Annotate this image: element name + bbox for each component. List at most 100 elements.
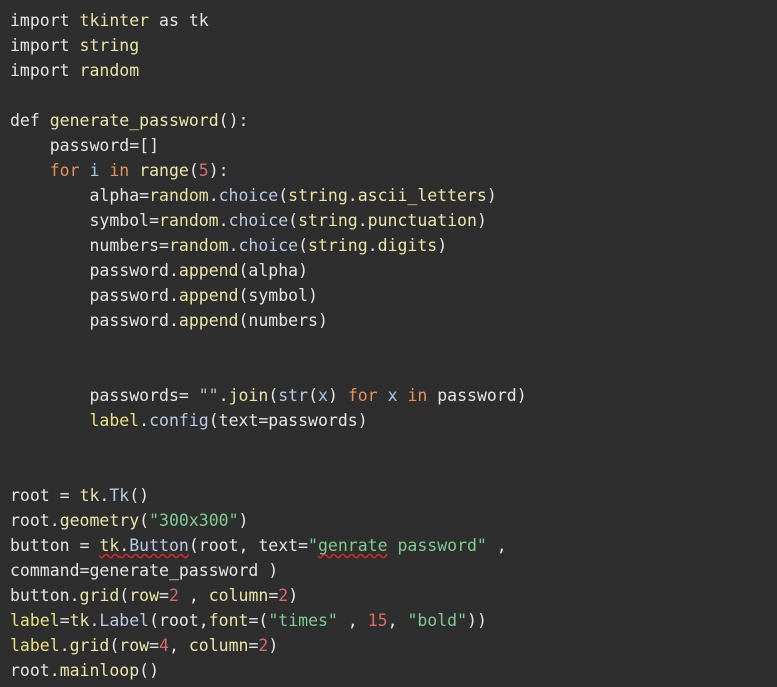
code-token: string bbox=[308, 236, 368, 255]
code-token: punctuation bbox=[367, 211, 477, 230]
code-token: for bbox=[49, 161, 80, 180]
code-line[interactable]: password.append(symbol) bbox=[0, 283, 777, 308]
code-token: random bbox=[159, 211, 219, 230]
code-token: . bbox=[218, 386, 229, 405]
code-line[interactable]: password=[] bbox=[0, 133, 777, 158]
code-token: row bbox=[129, 586, 160, 605]
code-line[interactable]: label.config(text=passwords) bbox=[0, 408, 777, 433]
code-token: label bbox=[89, 411, 140, 430]
code-token: tk bbox=[99, 536, 120, 555]
code-line[interactable]: def generate_password(): bbox=[0, 108, 777, 133]
code-token: )) bbox=[467, 611, 487, 630]
code-token: . bbox=[228, 236, 239, 255]
code-line[interactable] bbox=[0, 433, 777, 458]
code-token: genrate bbox=[317, 536, 388, 555]
code-token: string bbox=[298, 211, 358, 230]
code-token: Tk bbox=[109, 486, 130, 505]
code-token: (numbers) bbox=[238, 311, 328, 330]
code-token: ( bbox=[288, 211, 299, 230]
code-token: ) bbox=[288, 586, 299, 605]
code-token: choice bbox=[218, 186, 279, 205]
code-line[interactable]: root.geometry("300x300") bbox=[0, 508, 777, 533]
code-line[interactable]: label=tk.Label(root,font=("times" , 15, … bbox=[0, 608, 777, 633]
code-token: "times" bbox=[268, 611, 338, 630]
code-token: choice bbox=[238, 236, 299, 255]
code-token: ( bbox=[308, 386, 318, 405]
code-token: label bbox=[10, 611, 60, 630]
code-token: . bbox=[119, 536, 130, 555]
code-token: range bbox=[139, 161, 189, 180]
code-token: (root, bbox=[149, 611, 209, 630]
code-line[interactable]: password.append(numbers) bbox=[0, 308, 777, 333]
code-token: ) bbox=[327, 386, 348, 405]
code-token: ) bbox=[268, 636, 279, 655]
code-token: column bbox=[188, 636, 249, 655]
code-token: root = bbox=[10, 486, 80, 505]
code-token: Button bbox=[129, 536, 189, 555]
code-line[interactable]: symbol=random.choice(string.punctuation) bbox=[0, 208, 777, 233]
code-line[interactable]: import tkinter as tk bbox=[0, 8, 777, 33]
code-line[interactable] bbox=[0, 83, 777, 108]
code-block[interactable]: import tkinter as tk import string import … bbox=[0, 8, 777, 683]
code-line[interactable] bbox=[0, 358, 777, 383]
code-token: = bbox=[268, 586, 279, 605]
code-token: button = bbox=[10, 536, 100, 555]
code-token: alpha= bbox=[10, 186, 150, 205]
code-line[interactable]: root = tk.Tk() bbox=[0, 483, 777, 508]
code-token: grid bbox=[69, 636, 110, 655]
code-line[interactable]: password.append(alpha) bbox=[0, 258, 777, 283]
code-line[interactable]: alpha=random.choice(string.ascii_letters… bbox=[0, 183, 777, 208]
code-token: . bbox=[357, 211, 368, 230]
code-token: root bbox=[10, 661, 50, 680]
code-token: tk bbox=[79, 486, 100, 505]
code-line[interactable]: button.grid(row=2 , column=2) bbox=[0, 583, 777, 608]
code-token: font bbox=[208, 611, 249, 630]
code-token: as bbox=[159, 11, 179, 30]
code-token: random bbox=[168, 236, 229, 255]
code-token: ) bbox=[238, 511, 249, 530]
code-line[interactable]: import random bbox=[0, 58, 777, 83]
code-token: ( bbox=[109, 636, 120, 655]
code-token: (text=passwords) bbox=[208, 411, 368, 430]
code-line[interactable]: button = tk.Button(root, text="genrate p… bbox=[0, 533, 777, 558]
code-line[interactable]: passwords= "".join(str(x) for x in passw… bbox=[0, 383, 777, 408]
code-token: random bbox=[79, 61, 140, 80]
code-line[interactable]: root.mainloop() bbox=[0, 658, 777, 683]
code-line[interactable] bbox=[0, 333, 777, 358]
code-token: ( bbox=[268, 386, 279, 405]
code-token: tk bbox=[69, 611, 90, 630]
code-line[interactable]: command=generate_password ) bbox=[0, 558, 777, 583]
code-token: str bbox=[278, 386, 309, 405]
code-token: 5 bbox=[198, 161, 209, 180]
code-token: in bbox=[109, 161, 130, 180]
code-token: password=[] bbox=[10, 136, 160, 155]
code-token: (): bbox=[218, 111, 249, 130]
code-token: geometry bbox=[59, 511, 140, 530]
code-token: = bbox=[59, 611, 70, 630]
code-token: for bbox=[347, 386, 378, 405]
code-token: ) bbox=[476, 211, 487, 230]
code-token: Label bbox=[99, 611, 150, 630]
code-token: . bbox=[49, 511, 60, 530]
code-token: append bbox=[178, 311, 239, 330]
code-editor-pane[interactable]: import tkinter as tk import string import … bbox=[0, 0, 777, 687]
code-line[interactable]: for i in range(5): bbox=[0, 158, 777, 183]
code-line[interactable] bbox=[0, 458, 777, 483]
code-line[interactable]: import string bbox=[0, 33, 777, 58]
code-token: . bbox=[89, 611, 100, 630]
code-line[interactable]: label.grid(row=4, column=2) bbox=[0, 633, 777, 658]
code-line[interactable]: numbers=random.choice(string.digits) bbox=[0, 233, 777, 258]
code-token: . bbox=[139, 411, 150, 430]
code-token: ( bbox=[139, 511, 150, 530]
code-token: ( bbox=[278, 186, 289, 205]
code-token: random bbox=[149, 186, 209, 205]
